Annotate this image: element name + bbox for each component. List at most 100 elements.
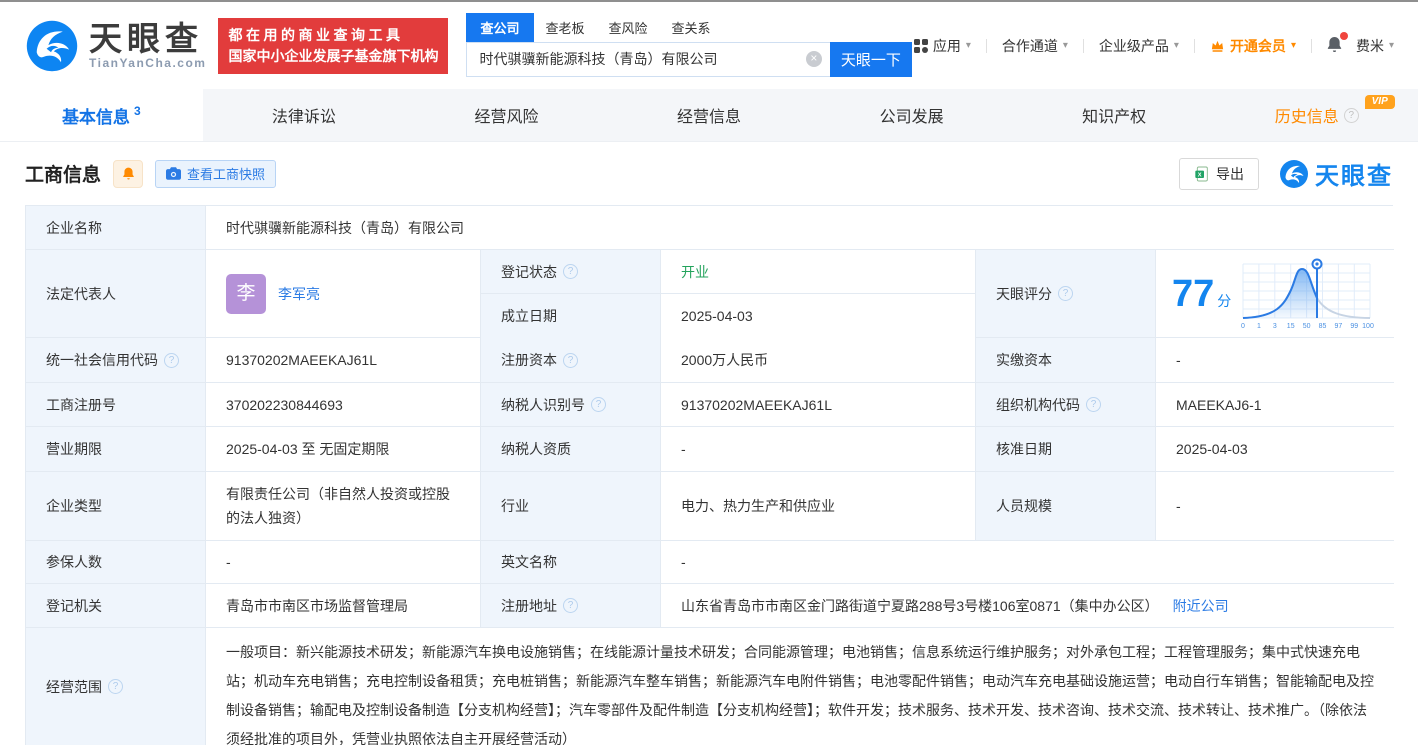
company-type-value: 有限责任公司（非自然人投资或控股的法人独资） xyxy=(206,472,481,541)
section-title: 工商信息 xyxy=(25,165,102,186)
help-icon[interactable]: ? xyxy=(563,598,578,613)
logo-title: 天眼查 xyxy=(89,19,203,57)
nav-enterprise[interactable]: 企业级产品 ▾ xyxy=(1097,36,1181,56)
help-icon[interactable]: ? xyxy=(164,352,179,368)
reg-address-text: 山东省青岛市市南区金门路街道宁夏路288号3号楼106室0871（集中办公区） xyxy=(681,597,1159,614)
help-icon[interactable]: ? xyxy=(563,352,578,368)
svg-text:97: 97 xyxy=(1335,323,1343,330)
bell-icon xyxy=(122,167,134,180)
nav-user[interactable]: 费米 ▾ xyxy=(1354,36,1396,56)
tab-basic-info[interactable]: 基本信息 3 xyxy=(0,89,203,141)
export-button-label: 导出 xyxy=(1216,165,1244,182)
reg-capital-value: 2000万人民币 xyxy=(661,338,976,383)
nearby-companies-link[interactable]: 附近公司 xyxy=(1173,595,1229,617)
svg-text:100: 100 xyxy=(1362,323,1374,330)
taxpayer-id-label: 纳税人识别号? xyxy=(481,383,661,427)
english-name-label: 英文名称 xyxy=(481,541,661,584)
divider xyxy=(1310,38,1312,53)
tab-intellectual-property-label: 知识产权 xyxy=(1082,109,1147,126)
logo-text: 天眼查 TianYanCha.com xyxy=(89,19,206,70)
tab-basic-info-count: 3 xyxy=(133,104,141,118)
slogan-line1: 都在用的商业查询工具 xyxy=(228,26,404,43)
help-icon[interactable]: ? xyxy=(591,397,606,412)
search-input[interactable] xyxy=(479,51,806,67)
tianyancha-logo[interactable]: 天眼查 TianYanCha.com xyxy=(25,19,206,73)
help-icon[interactable]: ? xyxy=(1086,397,1101,412)
search-tab-risk[interactable]: 查风险 xyxy=(597,13,660,42)
establish-date-label: 成立日期 xyxy=(481,294,661,338)
org-code-label: 组织机构代码? xyxy=(976,383,1156,427)
help-icon[interactable]: ? xyxy=(1343,107,1359,123)
tab-operation-risk[interactable]: 经营风险 xyxy=(405,89,608,141)
help-icon[interactable]: ? xyxy=(1058,286,1073,301)
table-row: 法定代表人 李 李军亮 登记状态? 开业 成立日期 2025-04-03 天眼评… xyxy=(26,250,1394,338)
svg-text:85: 85 xyxy=(1319,323,1327,330)
tab-history-info-label: 历史信息 xyxy=(1274,109,1339,126)
approve-date-value: 2025-04-03 xyxy=(1156,427,1394,472)
search-tabs: 查公司 查老板 查风险 查关系 xyxy=(466,12,911,42)
business-info-table: 企业名称 时代骐骥新能源科技（青岛）有限公司 法定代表人 李 李军亮 登记状态?… xyxy=(25,205,1394,745)
table-row: 统一社会信用代码? 91370202MAEEKAJ61L 注册资本? 2000万… xyxy=(26,338,1394,383)
english-name-value: - xyxy=(661,541,1394,584)
score-number: 77 xyxy=(1172,272,1215,315)
reg-number-value: 370202230844693 xyxy=(206,383,481,427)
reg-address-label: 注册地址? xyxy=(481,584,661,628)
export-button[interactable]: X 导出 xyxy=(1179,157,1259,190)
monitor-bell-button[interactable] xyxy=(113,159,144,188)
taxpayer-quality-label: 纳税人资质 xyxy=(481,427,661,472)
table-row: 营业期限 2025-04-03 至 无固定期限 纳税人资质 - 核准日期 202… xyxy=(26,427,1394,472)
org-code-value: MAEEKAJ6-1 xyxy=(1156,383,1394,427)
credit-code-label: 统一社会信用代码? xyxy=(26,338,206,383)
nav-apps[interactable]: 应用 ▾ xyxy=(912,36,973,56)
svg-text:1: 1 xyxy=(1257,323,1261,330)
tab-business-info-label: 经营信息 xyxy=(677,109,742,126)
svg-text:0: 0 xyxy=(1241,323,1245,330)
avatar: 李 xyxy=(226,273,266,314)
snapshot-button[interactable]: 查看工商快照 xyxy=(155,159,277,188)
reg-status-label-text: 登记状态 xyxy=(501,263,557,280)
search-tab-boss[interactable]: 查老板 xyxy=(534,13,597,42)
tianyancha-swirl-icon xyxy=(26,20,78,71)
search-button[interactable]: 天眼一下 xyxy=(829,41,912,77)
business-scope-label: 经营范围? xyxy=(26,628,206,745)
svg-text:99: 99 xyxy=(1351,323,1359,330)
username: 费米 xyxy=(1355,37,1384,54)
approve-date-label: 核准日期 xyxy=(976,427,1156,472)
staff-size-value: - xyxy=(1156,472,1394,541)
chart-x-ticks: 0 1 3 15 50 85 97 99 100 xyxy=(1241,323,1374,330)
help-icon[interactable]: ? xyxy=(563,264,578,279)
tab-company-development[interactable]: 公司发展 xyxy=(810,89,1013,141)
tianyancha-swirl-icon xyxy=(1280,159,1308,188)
crown-icon xyxy=(1211,40,1224,52)
search-input-box: × xyxy=(466,41,830,77)
nav-partner[interactable]: 合作通道 ▾ xyxy=(1000,36,1070,56)
table-row: 工商注册号 370202230844693 纳税人识别号? 91370202MA… xyxy=(26,383,1394,427)
nav-vip-upgrade[interactable]: 开通会员 ▾ xyxy=(1208,36,1298,56)
search-area: 查公司 查老板 查风险 查关系 × 天眼一下 xyxy=(466,12,912,77)
company-name-value: 时代骐骥新能源科技（青岛）有限公司 xyxy=(206,206,1394,250)
reg-status-text: 开业 xyxy=(681,263,709,280)
help-icon[interactable]: ? xyxy=(108,679,123,694)
tyc-score-label-text: 天眼评分 xyxy=(996,285,1052,302)
tyc-score-label: 天眼评分? xyxy=(976,250,1156,338)
tab-history-info[interactable]: VIP 历史信息 ? xyxy=(1215,89,1418,141)
tyc-score-value: 77 分 0 1 3 15 50 85 97 99 100 xyxy=(1156,250,1394,338)
svg-text:3: 3 xyxy=(1273,323,1277,330)
search-tab-relation[interactable]: 查关系 xyxy=(660,13,723,42)
svg-text:15: 15 xyxy=(1287,323,1295,330)
reg-number-label: 工商注册号 xyxy=(26,383,206,427)
tab-legal[interactable]: 法律诉讼 xyxy=(203,89,406,141)
reg-address-value: 山东省青岛市市南区金门路街道宁夏路288号3号楼106室0871（集中办公区） … xyxy=(661,584,1394,628)
search-tab-company[interactable]: 查公司 xyxy=(466,12,534,42)
company-name-label: 企业名称 xyxy=(26,206,206,250)
reg-address-label-text: 注册地址 xyxy=(501,597,557,614)
tab-intellectual-property[interactable]: 知识产权 xyxy=(1013,89,1216,141)
notification-bell[interactable] xyxy=(1325,31,1348,57)
table-row: 企业名称 时代骐骥新能源科技（青岛）有限公司 xyxy=(26,206,1394,250)
tab-legal-label: 法律诉讼 xyxy=(271,109,336,126)
slogan-banner: 都在用的商业查询工具 国家中小企业发展子基金旗下机构 xyxy=(218,17,449,74)
legal-rep-link[interactable]: 李军亮 xyxy=(278,283,320,305)
vip-badge: VIP xyxy=(1364,95,1395,109)
clear-icon[interactable]: × xyxy=(805,51,822,67)
tab-business-info[interactable]: 经营信息 xyxy=(608,89,811,141)
